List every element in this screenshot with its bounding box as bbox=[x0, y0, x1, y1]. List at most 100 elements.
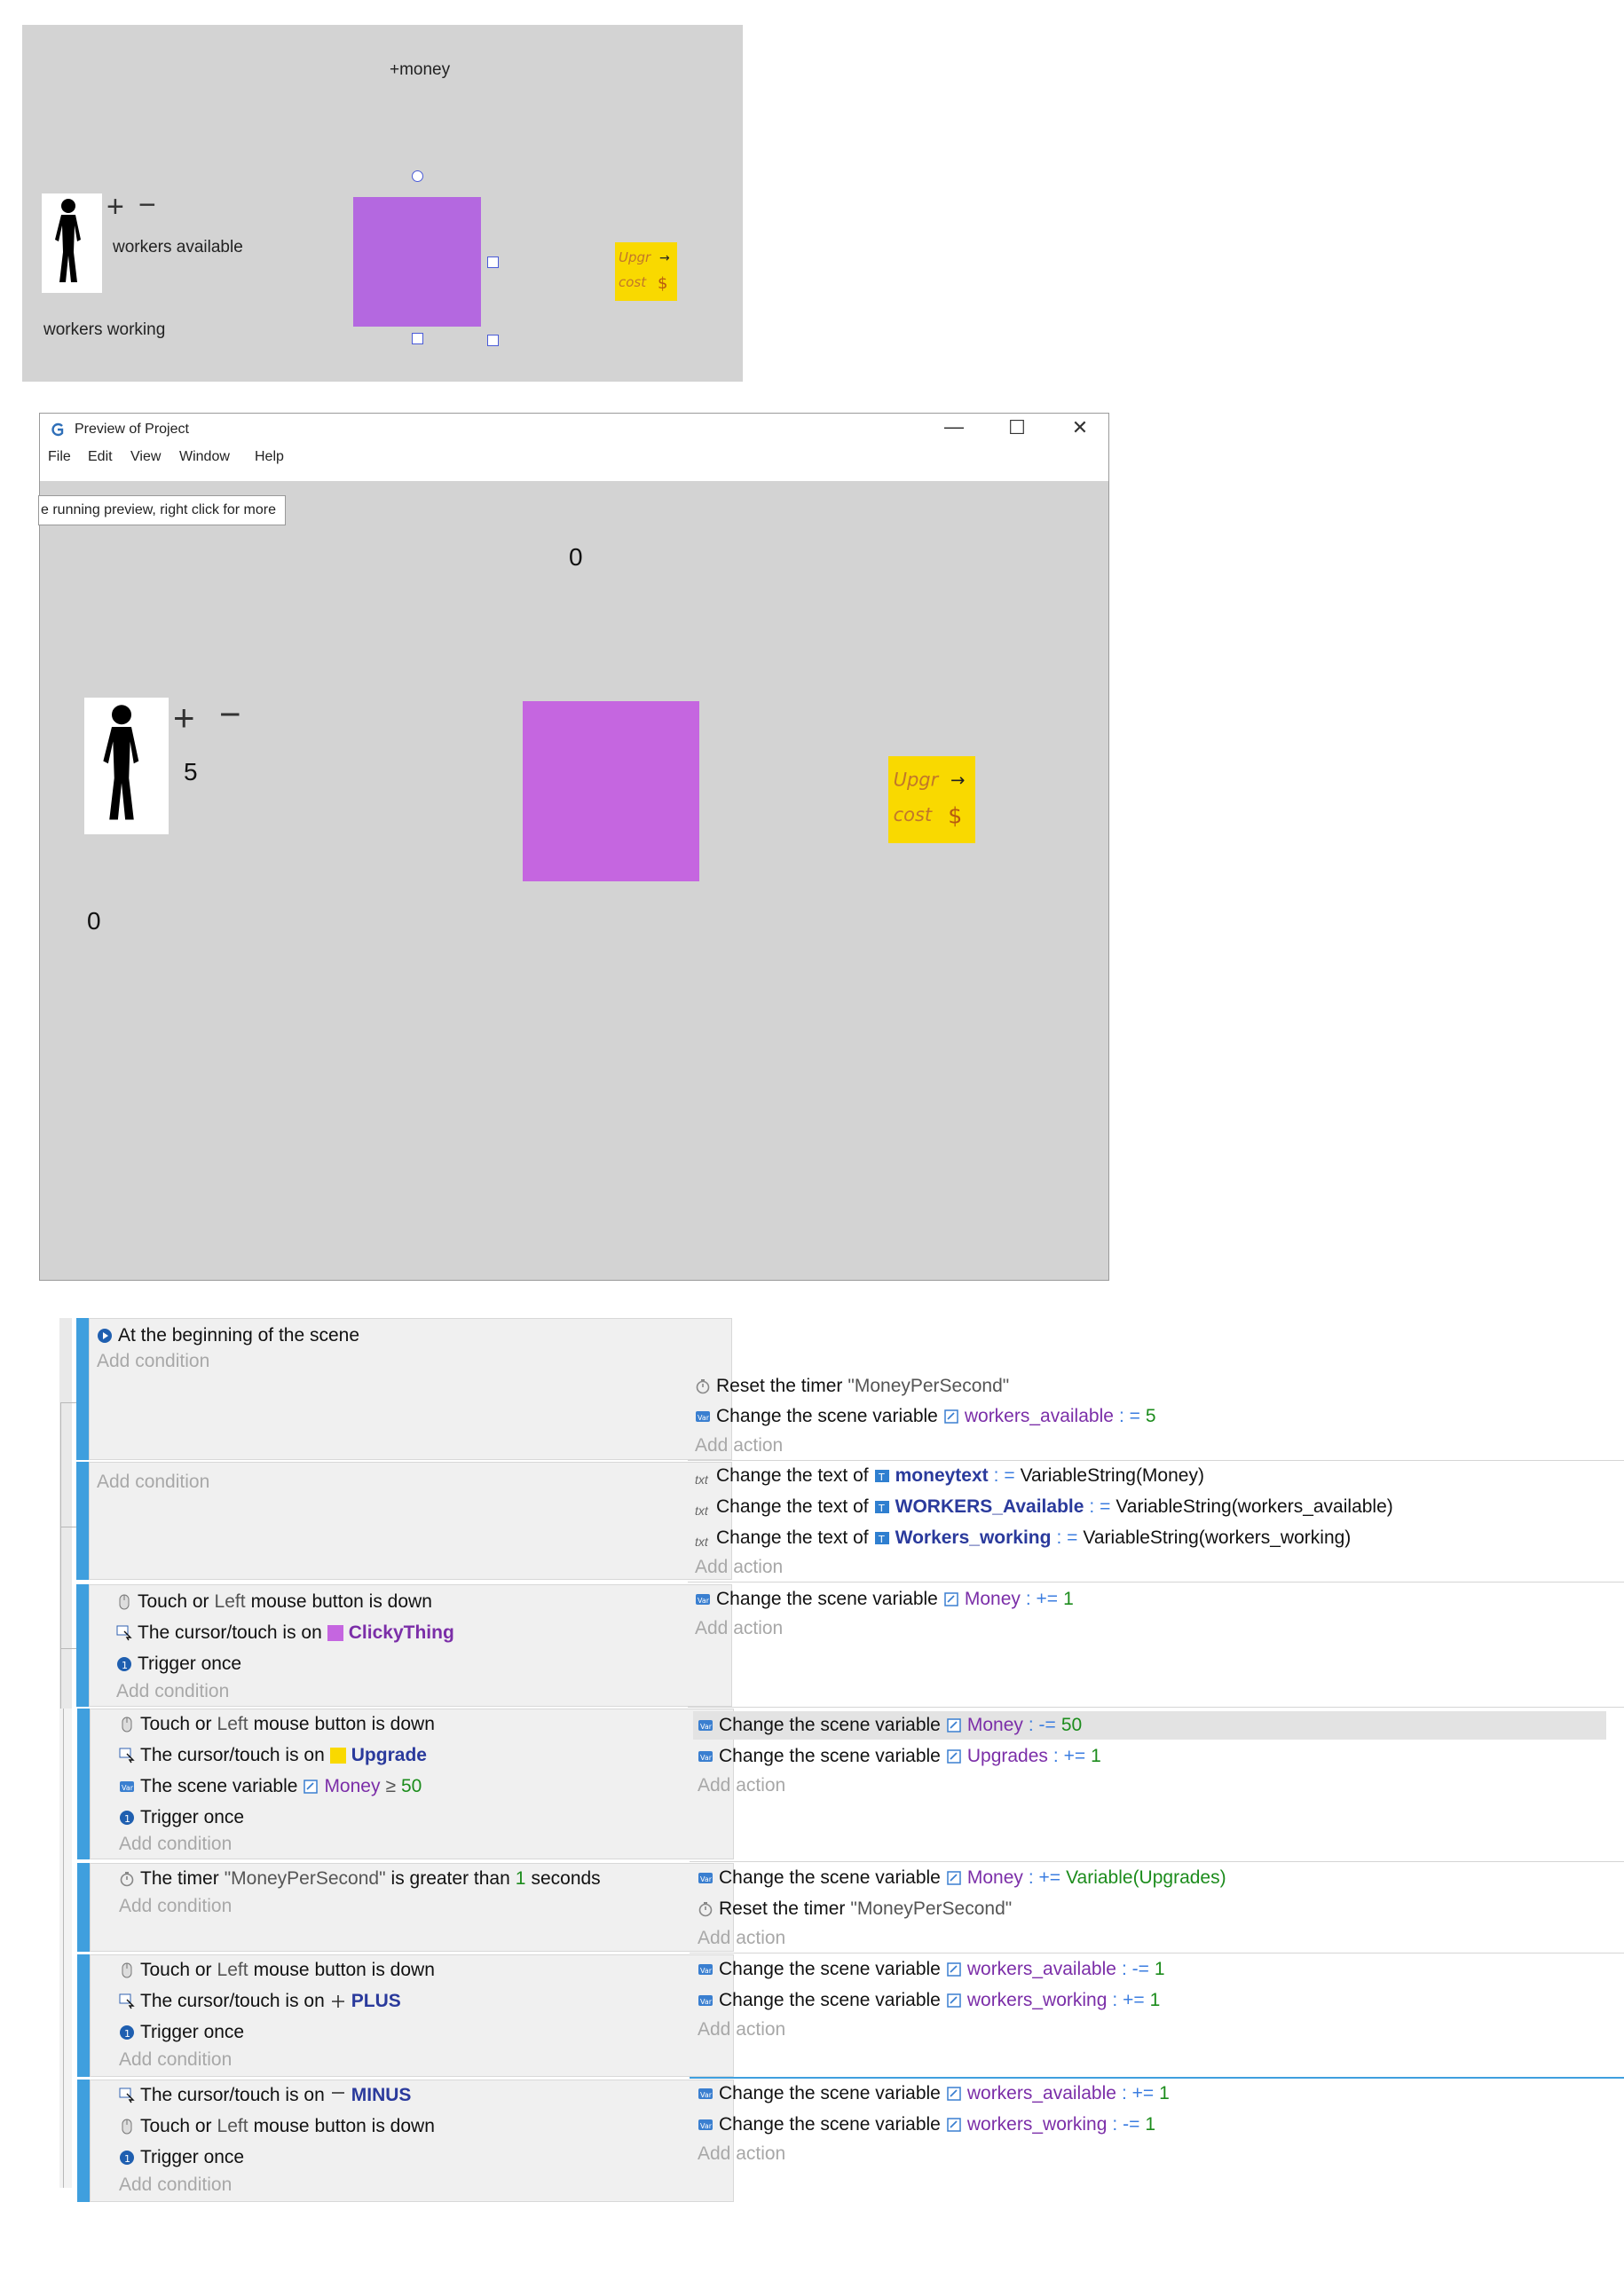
event-2-conditions[interactable]: Add condition bbox=[89, 1462, 732, 1580]
condition-cursor-on-plus[interactable]: The cursor/touch is on PLUS bbox=[119, 1990, 401, 2013]
condition-trigger-once[interactable]: 1 Trigger once bbox=[116, 1653, 241, 1676]
maximize-button[interactable]: ☐ bbox=[999, 416, 1035, 439]
rotate-handle[interactable] bbox=[412, 170, 423, 182]
event-7-conditions[interactable]: The cursor/touch is on MINUS Touch or Le… bbox=[90, 2080, 734, 2202]
upgrade-drawing-icon: Upgr → cost $ bbox=[619, 249, 670, 293]
event-5-bar[interactable] bbox=[77, 1863, 90, 1952]
condition-trigger-once[interactable]: 1 Trigger once bbox=[119, 1806, 244, 1829]
plus-object[interactable]: + bbox=[106, 192, 124, 222]
text-icon: txt bbox=[695, 1535, 708, 1549]
plus-thumbnail-icon bbox=[330, 1993, 346, 2009]
mouse-icon bbox=[119, 1717, 135, 1732]
workers-working-value-text: 0 bbox=[87, 907, 101, 935]
event-1-bar[interactable] bbox=[76, 1318, 89, 1460]
action-set-moneytext[interactable]: txt Change the text of T moneytext: = Va… bbox=[695, 1464, 1204, 1488]
event-3-conditions[interactable]: Touch or Left mouse button is down The c… bbox=[89, 1584, 732, 1707]
event-5-conditions[interactable]: The timer "MoneyPerSecond" is greater th… bbox=[90, 1863, 734, 1952]
condition-timer-greater[interactable]: The timer "MoneyPerSecond" is greater th… bbox=[119, 1867, 601, 1890]
add-condition-link[interactable]: Add condition bbox=[119, 1834, 232, 1855]
action-add-upgrades-to-money[interactable]: Var Change the scene variable Money: += … bbox=[698, 1867, 1226, 1890]
clicky-thing-object[interactable] bbox=[353, 197, 481, 327]
upgrade-button[interactable]: Upgr → cost $ bbox=[888, 756, 975, 843]
condition-mouse-down[interactable]: Touch or Left mouse button is down bbox=[116, 1590, 432, 1614]
action-subtract-workers-working[interactable]: Var Change the scene variable workers_wo… bbox=[698, 2113, 1155, 2136]
condition-mouse-down[interactable]: Touch or Left mouse button is down bbox=[119, 1713, 435, 1736]
action-add-upgrades[interactable]: Var Change the scene variable Upgrades: … bbox=[698, 1745, 1101, 1768]
menu-view[interactable]: View bbox=[130, 449, 161, 465]
action-set-workers-available-text[interactable]: txt Change the text of T WORKERS_Availab… bbox=[695, 1496, 1393, 1519]
condition-mouse-down[interactable]: Touch or Left mouse button is down bbox=[119, 1959, 435, 1982]
action-reset-timer[interactable]: Reset the timer "MoneyPerSecond" bbox=[698, 1898, 1012, 1921]
events-sheet: At the beginning of the scene Add condit… bbox=[44, 1318, 1624, 2206]
worker-sprite[interactable] bbox=[42, 193, 102, 293]
add-condition-link[interactable]: Add condition bbox=[119, 2049, 232, 2071]
condition-scene-start[interactable]: At the beginning of the scene bbox=[97, 1324, 359, 1347]
menu-window[interactable]: Window bbox=[179, 449, 230, 465]
resize-handle-bottom[interactable] bbox=[412, 333, 423, 344]
event-6-conditions[interactable]: Touch or Left mouse button is down The c… bbox=[90, 1954, 734, 2077]
menu-file[interactable]: File bbox=[48, 449, 71, 465]
event-4-bar[interactable] bbox=[77, 1709, 90, 1859]
condition-trigger-once[interactable]: 1 Trigger once bbox=[119, 2021, 244, 2044]
condition-mouse-down[interactable]: Touch or Left mouse button is down bbox=[119, 2115, 435, 2138]
action-add-workers-working[interactable]: Var Change the scene variable workers_wo… bbox=[698, 1989, 1160, 2012]
action-subtract-workers-available[interactable]: Var Change the scene variable workers_av… bbox=[698, 1958, 1165, 1981]
game-canvas[interactable]: 0 + − 5 0 Upgr → cost $ bbox=[40, 481, 1108, 1280]
action-reset-timer[interactable]: Reset the timer "MoneyPerSecond" bbox=[695, 1375, 1009, 1398]
svg-text:Var: Var bbox=[698, 1414, 710, 1422]
condition-cursor-on-object[interactable]: The cursor/touch is on Upgrade bbox=[119, 1744, 427, 1767]
event-7-bar[interactable] bbox=[77, 2080, 90, 2202]
event-6-bar[interactable] bbox=[77, 1954, 90, 2077]
action-add-workers-available[interactable]: Var Change the scene variable workers_av… bbox=[698, 2082, 1170, 2105]
workers-available-text-object[interactable]: workers available bbox=[113, 238, 243, 257]
add-action-link[interactable]: Add action bbox=[695, 1435, 783, 1456]
clicky-thing[interactable] bbox=[523, 701, 699, 881]
add-condition-link[interactable]: Add condition bbox=[116, 1681, 229, 1702]
action-set-workers-working-text[interactable]: txt Change the text of T Workers_working… bbox=[695, 1527, 1351, 1550]
add-action-link[interactable]: Add action bbox=[698, 2019, 785, 2040]
add-condition-link[interactable]: Add condition bbox=[97, 1351, 209, 1372]
action-set-workers-available[interactable]: Var Change the scene variable workers_av… bbox=[695, 1405, 1156, 1428]
condition-cursor-on-minus[interactable]: The cursor/touch is on MINUS bbox=[119, 2084, 411, 2107]
add-action-link[interactable]: Add action bbox=[698, 1775, 785, 1796]
svg-text:cost: cost bbox=[619, 274, 647, 290]
menu-edit[interactable]: Edit bbox=[88, 449, 113, 465]
scene-variable-icon bbox=[946, 1993, 962, 2009]
upgrade-button-object[interactable]: Upgr → cost $ bbox=[615, 242, 677, 301]
add-action-link[interactable]: Add action bbox=[698, 1928, 785, 1949]
upgrade-drawing-icon: Upgr → cost $ bbox=[894, 770, 966, 829]
scene-editor-canvas[interactable]: +money + − workers available workers wor… bbox=[22, 25, 743, 382]
minus-object[interactable]: − bbox=[138, 190, 156, 220]
variable-icon: Var bbox=[698, 1717, 713, 1733]
resize-handle-corner[interactable] bbox=[487, 335, 499, 346]
add-condition-link[interactable]: Add condition bbox=[97, 1472, 209, 1493]
event-1-conditions[interactable]: At the beginning of the scene Add condit… bbox=[89, 1318, 732, 1460]
plus-button[interactable]: + bbox=[173, 699, 195, 737]
money-text-object[interactable]: +money bbox=[390, 60, 450, 80]
condition-compare-variable[interactable]: Var The scene variable Money ≥ 50 bbox=[119, 1775, 422, 1798]
resize-handle-right[interactable] bbox=[487, 257, 499, 268]
scene-variable-icon bbox=[303, 1779, 319, 1795]
title-bar[interactable]: Preview of Project — ☐ ✕ bbox=[40, 414, 1108, 444]
condition-trigger-once[interactable]: 1 Trigger once bbox=[119, 2146, 244, 2169]
event-3-bar[interactable] bbox=[76, 1584, 89, 1707]
add-condition-link[interactable]: Add condition bbox=[119, 2174, 232, 2196]
close-button[interactable]: ✕ bbox=[1062, 416, 1098, 439]
mouse-icon bbox=[119, 1962, 135, 1978]
variable-icon: Var bbox=[698, 2117, 713, 2133]
svg-text:1: 1 bbox=[124, 1813, 130, 1825]
event-4-conditions[interactable]: Touch or Left mouse button is down The c… bbox=[90, 1709, 734, 1859]
menu-help[interactable]: Help bbox=[255, 449, 284, 465]
minimize-button[interactable]: — bbox=[936, 415, 972, 438]
event-2-bar[interactable] bbox=[76, 1462, 89, 1580]
add-action-link[interactable]: Add action bbox=[695, 1618, 783, 1639]
svg-text:Var: Var bbox=[700, 2091, 713, 2099]
add-action-link[interactable]: Add action bbox=[695, 1557, 783, 1578]
workers-working-text-object[interactable]: workers working bbox=[43, 320, 165, 340]
minus-button[interactable]: − bbox=[219, 696, 241, 733]
add-condition-link[interactable]: Add condition bbox=[119, 1896, 232, 1917]
action-subtract-money[interactable]: Var Change the scene variable Money: -= … bbox=[698, 1714, 1082, 1737]
add-action-link[interactable]: Add action bbox=[698, 2143, 785, 2165]
condition-cursor-on-object[interactable]: The cursor/touch is on ClickyThing bbox=[116, 1622, 454, 1645]
action-add-money[interactable]: Var Change the scene variable Money: += … bbox=[695, 1588, 1074, 1611]
